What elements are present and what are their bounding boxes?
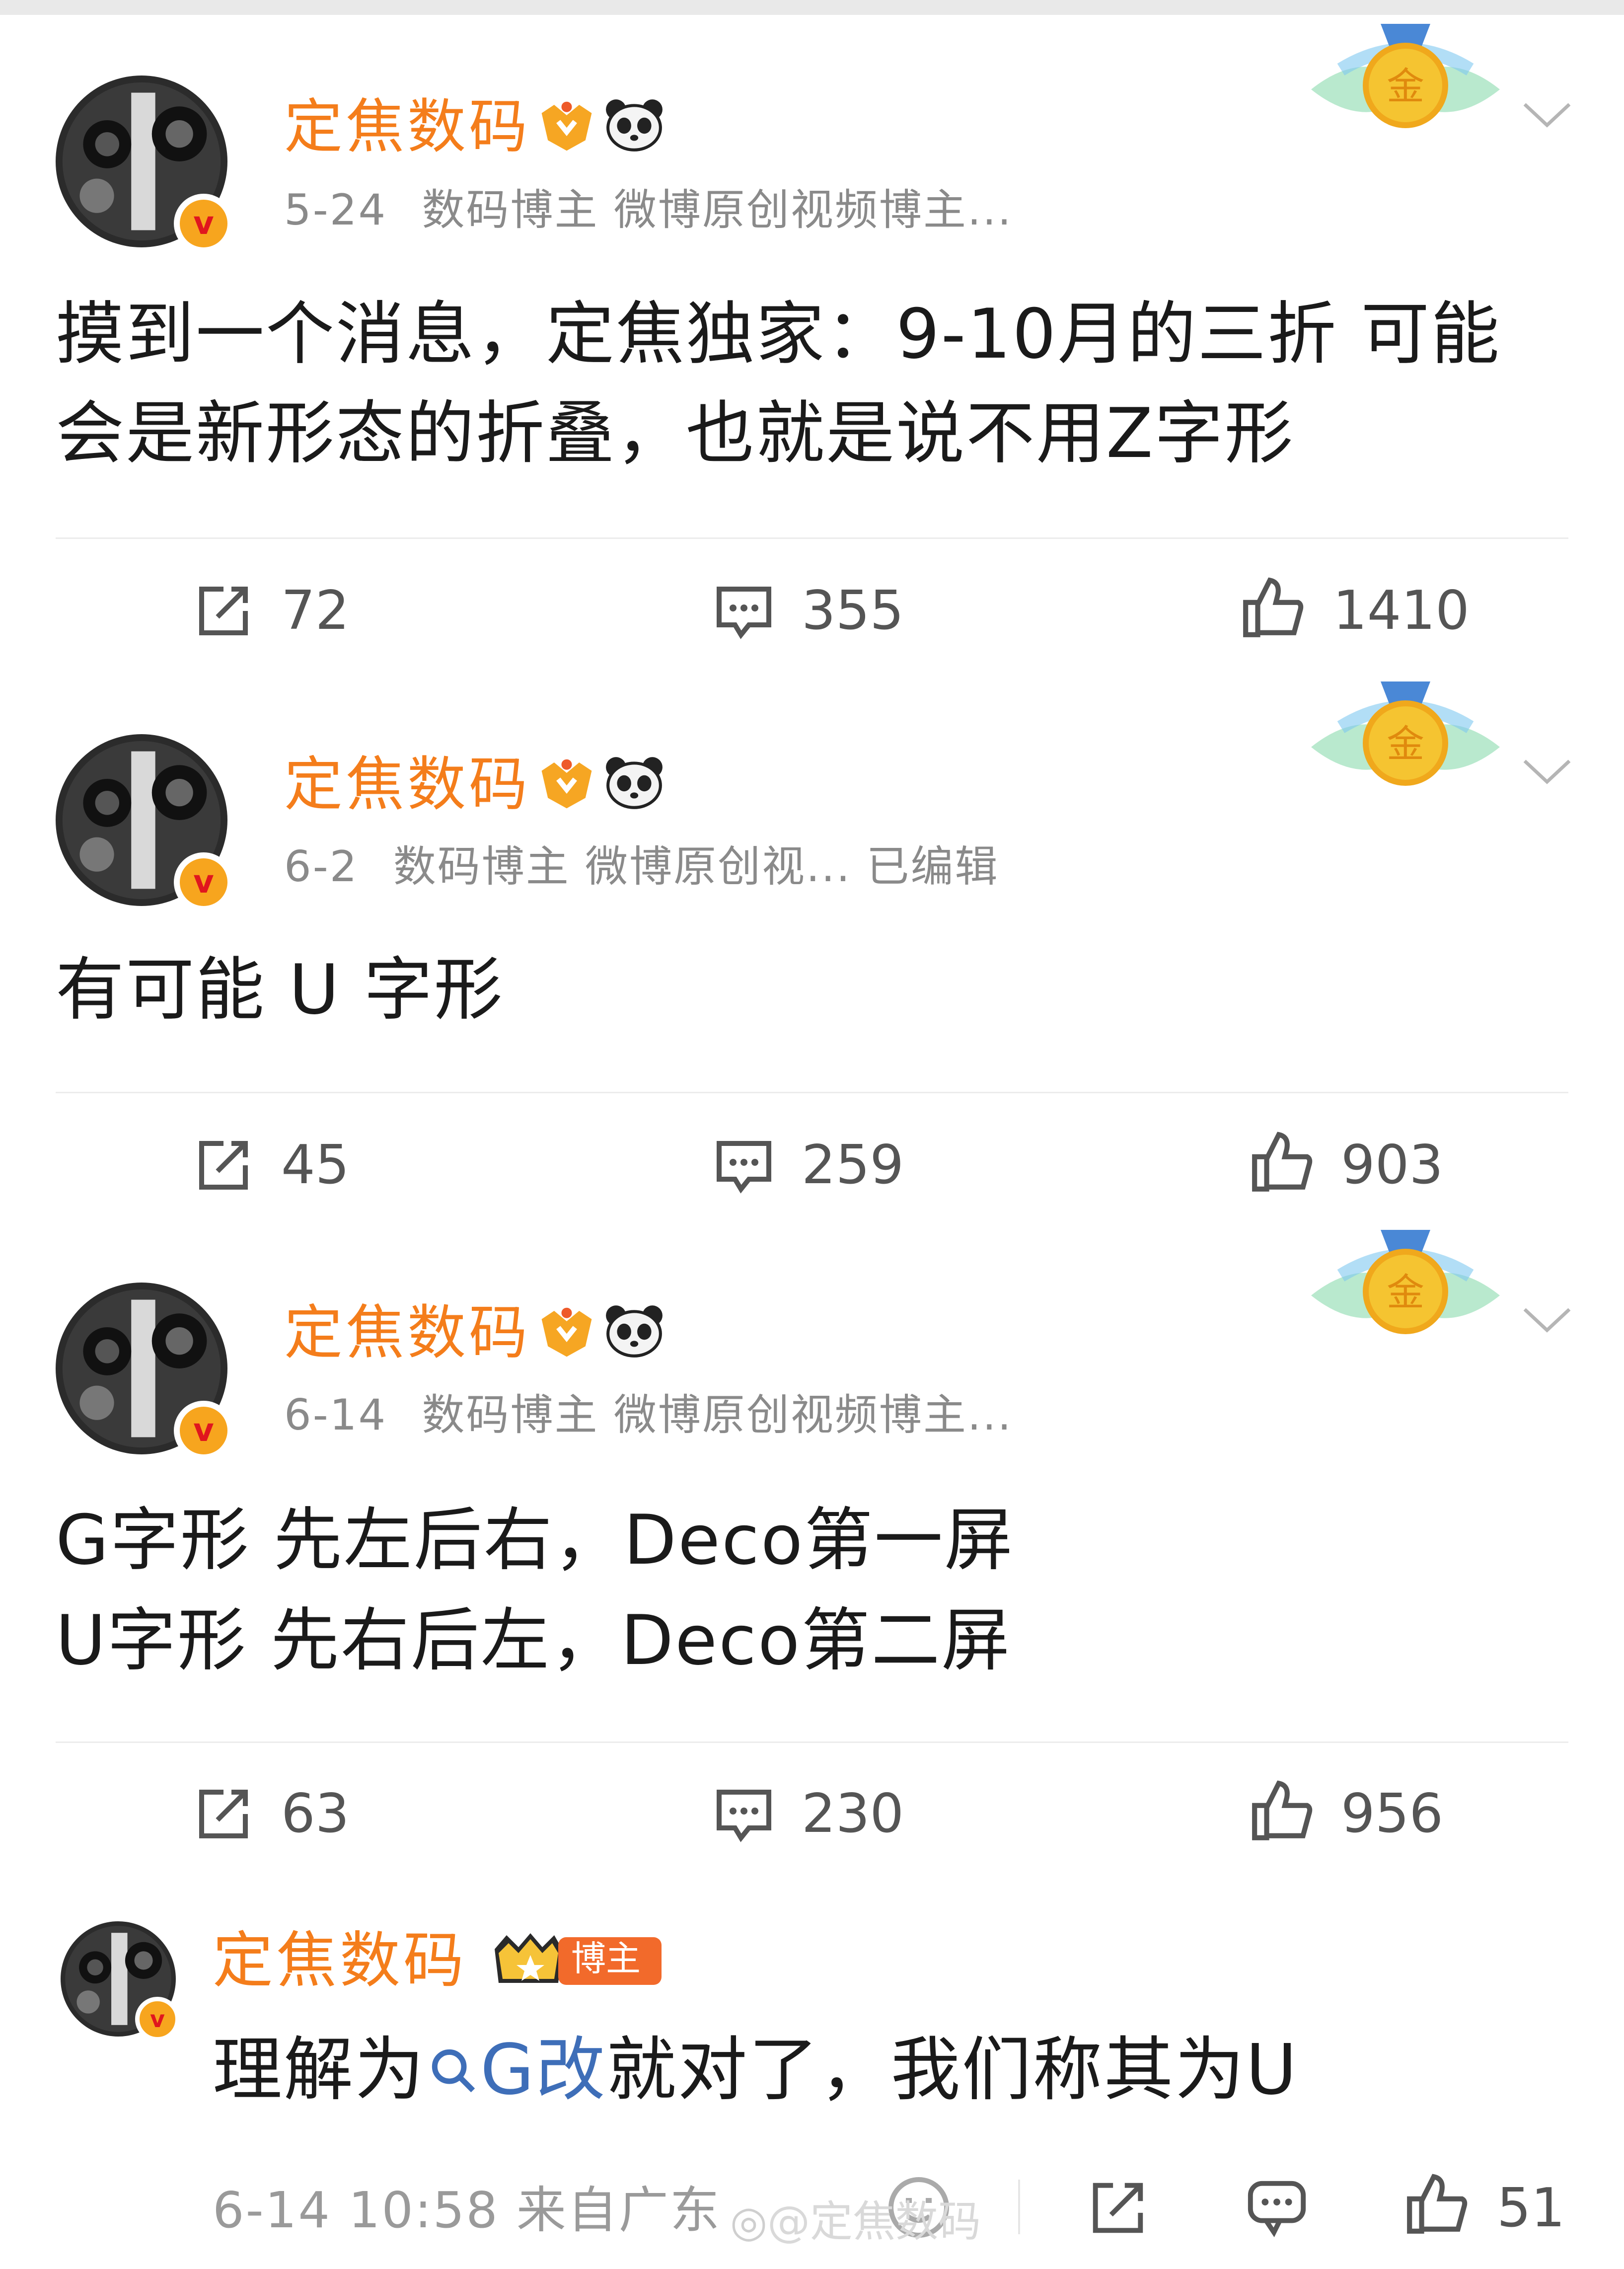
blogger-badge: 博主 — [489, 1927, 664, 1993]
watermark-text: @定焦数码 — [767, 2197, 981, 2247]
avatar[interactable]: v — [61, 1921, 180, 2042]
reply-text-after: 就对了，我们称其为U — [606, 2030, 1298, 2111]
post-text-line: U字形 先右后左，Deco第二屏 — [56, 1600, 1012, 1680]
comment-count: 230 — [802, 1783, 904, 1845]
verified-icon: v — [174, 1401, 233, 1460]
watermark: ◎@定焦数码 — [730, 2200, 981, 2243]
gold-medal-icon: 金 — [1301, 1226, 1510, 1355]
post-date: 5-24 — [284, 185, 387, 235]
avatar[interactable]: v — [56, 76, 233, 253]
medal-label: 金 — [1387, 64, 1424, 108]
fan-badge-icon — [535, 98, 598, 153]
reply-text: 理解为 G改就对了，我们称其为U — [213, 2036, 1298, 2105]
divider — [56, 1741, 1568, 1743]
avatar[interactable]: v — [56, 734, 233, 912]
author-name[interactable]: 定焦数码 — [284, 755, 530, 814]
author-tags: 数码博主 微博原创视频博主... — [422, 1390, 1013, 1440]
like-count: 1410 — [1333, 580, 1470, 642]
search-link-text: G改 — [480, 2030, 607, 2111]
like-icon[interactable] — [1403, 2171, 1470, 2237]
author-tags: 数码博主 微博原创视... 已编辑 — [393, 842, 999, 892]
post-text-line: 摸到一个消息，定焦独家：9-10月的三折 可能 — [56, 294, 1501, 374]
like-count: 903 — [1341, 1134, 1444, 1196]
like-icon[interactable] — [1249, 1129, 1315, 1195]
chevron-down-icon[interactable] — [1520, 97, 1574, 132]
reply-timestamp: 6-14 10:58 来自广东 — [213, 2181, 721, 2239]
comment-icon[interactable] — [713, 1135, 775, 1197]
like-icon[interactable] — [1240, 574, 1306, 641]
panda-icon — [604, 1303, 664, 1358]
panda-icon — [604, 97, 664, 152]
author-name[interactable]: 定焦数码 — [284, 1303, 530, 1362]
divider — [1018, 2180, 1020, 2234]
like-count: 956 — [1341, 1783, 1444, 1845]
comment-icon[interactable] — [713, 1784, 775, 1846]
repost-icon[interactable] — [194, 1135, 253, 1195]
fan-badge-icon — [535, 756, 598, 811]
verified-icon: v — [174, 852, 233, 912]
comment-count: 355 — [802, 580, 904, 642]
repost-count: 72 — [281, 580, 350, 642]
post-text-line: G字形 先左后右，Deco第一屏 — [56, 1500, 1015, 1580]
blogger-badge-label: 博主 — [571, 1938, 641, 1979]
post-date: 6-14 — [284, 1390, 387, 1440]
author-name[interactable]: 定焦数码 — [213, 1930, 467, 1991]
repost-count: 45 — [281, 1134, 350, 1196]
post-meta: 6-14 数码博主 微博原创视频博主... — [284, 1394, 1013, 1437]
avatar[interactable]: v — [56, 1283, 233, 1460]
verified-icon: v — [135, 1997, 180, 2042]
post-meta: 6-2 数码博主 微博原创视... 已编辑 — [284, 845, 999, 888]
like-count: 51 — [1497, 2177, 1565, 2239]
medal-label: 金 — [1387, 722, 1424, 766]
status-bar-strip — [0, 0, 1624, 15]
share-icon[interactable] — [1086, 2176, 1150, 2240]
repost-icon[interactable] — [194, 581, 253, 641]
comment-icon[interactable] — [713, 581, 775, 643]
comment-count: 259 — [802, 1134, 904, 1196]
post-text-line: 有可能 U 字形 — [56, 950, 504, 1030]
author-name[interactable]: 定焦数码 — [284, 97, 530, 156]
fan-badge-icon — [535, 1304, 598, 1359]
divider — [56, 537, 1568, 539]
search-icon — [432, 2049, 475, 2093]
post-text-line: 会是新形态的折叠，也就是说不用Z字形 — [56, 393, 1295, 473]
search-link[interactable]: G改 — [426, 2030, 607, 2111]
gold-medal-icon: 金 — [1301, 20, 1510, 149]
post-date: 6-2 — [284, 842, 359, 892]
weibo-logo-icon: ◎ — [730, 2197, 768, 2247]
comment-icon[interactable] — [1245, 2176, 1309, 2240]
post-meta: 5-24 数码博主 微博原创视频博主... — [284, 189, 1013, 231]
panda-icon — [604, 755, 664, 810]
chevron-down-icon[interactable] — [1520, 754, 1574, 789]
author-tags: 数码博主 微博原创视频博主... — [422, 185, 1013, 235]
chevron-down-icon[interactable] — [1520, 1302, 1574, 1337]
reply-text-before: 理解为 — [213, 2030, 426, 2111]
divider — [56, 1092, 1568, 1093]
gold-medal-icon: 金 — [1301, 678, 1510, 807]
medal-label: 金 — [1387, 1270, 1424, 1314]
repost-icon[interactable] — [194, 1784, 253, 1844]
like-icon[interactable] — [1249, 1777, 1315, 1844]
verified-icon: v — [174, 194, 233, 253]
repost-count: 63 — [281, 1783, 350, 1845]
